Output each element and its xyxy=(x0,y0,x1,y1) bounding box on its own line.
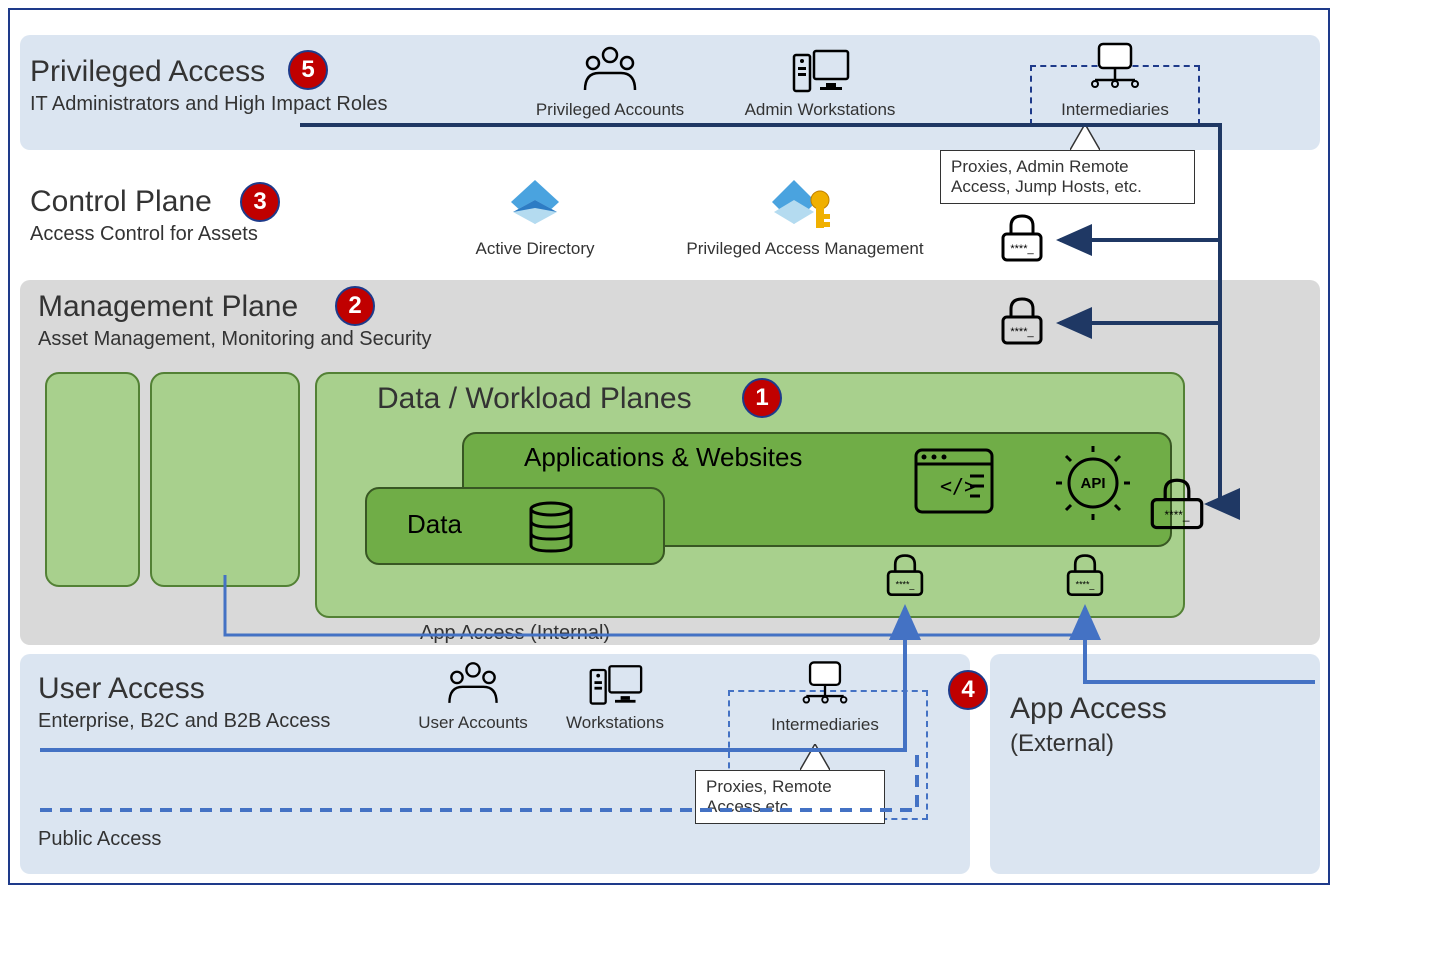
app-access-external-panel: App Access (External) xyxy=(990,654,1320,874)
user-accounts-label: User Accounts xyxy=(403,713,543,733)
api-gear-icon: API xyxy=(1054,444,1132,522)
svg-text:****_: ****_ xyxy=(896,580,916,590)
intermediaries-router-top xyxy=(1070,40,1160,97)
router-icon xyxy=(797,658,853,708)
app-access-internal-label: App Access (Internal) xyxy=(420,622,610,645)
active-directory-block: Active Directory xyxy=(460,178,610,259)
badge-4: 4 xyxy=(948,670,988,710)
workstation-icon xyxy=(587,660,643,708)
active-directory-icon xyxy=(507,178,563,234)
badge-5: 5 xyxy=(288,50,328,90)
management-plane-subtitle: Asset Management, Monitoring and Securit… xyxy=(38,328,432,351)
management-plane-title: Management Plane xyxy=(38,290,298,324)
users-icon xyxy=(440,660,506,708)
public-access-label: Public Access xyxy=(38,828,161,851)
user-accounts-block: User Accounts xyxy=(403,660,543,733)
lock-icon: ****_ xyxy=(995,295,1049,349)
control-plane-title: Control Plane xyxy=(30,185,212,219)
user-access-title: User Access xyxy=(38,672,205,706)
badge-1: 1 xyxy=(742,378,782,418)
intermediaries-router-bottom xyxy=(780,658,870,713)
database-icon xyxy=(527,501,575,555)
svg-text:****_: ****_ xyxy=(1076,580,1096,590)
intermediaries-label-bottom: Intermediaries xyxy=(760,715,890,735)
workstations-label: Workstations xyxy=(555,713,675,733)
privileged-accounts-block: Privileged Accounts xyxy=(530,45,690,120)
lock-icon: ****_ xyxy=(1060,552,1110,600)
pam-icon xyxy=(770,178,840,234)
workstations-block: Workstations xyxy=(555,660,675,733)
admin-workstations-label: Admin Workstations xyxy=(730,100,910,120)
privileged-access-title: Privileged Access xyxy=(30,55,265,89)
pam-label: Privileged Access Management xyxy=(670,239,940,259)
admin-workstations-block: Admin Workstations xyxy=(730,45,910,120)
badge-2: 2 xyxy=(335,286,375,326)
workstation-icon xyxy=(790,45,850,95)
data-workload-panel: Data / Workload Planes 1 Applications & … xyxy=(315,372,1185,618)
privileged-accounts-label: Privileged Accounts xyxy=(530,100,690,120)
green-box-2 xyxy=(150,372,300,587)
user-access-subtitle: Enterprise, B2C and B2B Access xyxy=(38,710,330,733)
lock-icon: ****_ xyxy=(1145,476,1209,534)
router-icon xyxy=(1085,40,1145,92)
green-box-1 xyxy=(45,372,140,587)
architecture-diagram: Privileged Access IT Administrators and … xyxy=(8,8,1330,885)
lock-icon: ****_ xyxy=(995,212,1049,266)
code-window-icon: </> xyxy=(914,448,994,514)
svg-text:****_: ****_ xyxy=(1165,508,1190,522)
intermediaries-label-top: Intermediaries xyxy=(1050,100,1180,120)
data-title: Data xyxy=(407,509,462,540)
pam-block: Privileged Access Management xyxy=(670,178,940,259)
data-panel: Data xyxy=(365,487,665,565)
users-icon xyxy=(575,45,645,95)
badge-3: 3 xyxy=(240,182,280,222)
intermediaries-tooltip-bottom: Proxies, Remote Access etc. xyxy=(695,770,885,824)
apps-title: Applications & Websites xyxy=(524,442,802,473)
svg-text:****_: ****_ xyxy=(1010,326,1034,338)
data-workload-title: Data / Workload Planes xyxy=(377,382,692,416)
tooltip-pointer-top xyxy=(1070,124,1100,152)
svg-text:****_: ****_ xyxy=(1010,243,1034,255)
lock-icon: ****_ xyxy=(880,552,930,600)
management-plane-panel: Management Plane Asset Management, Monit… xyxy=(20,280,1320,645)
intermediaries-tooltip-top: Proxies, Admin Remote Access, Jump Hosts… xyxy=(940,150,1195,204)
active-directory-label: Active Directory xyxy=(460,239,610,259)
control-plane-subtitle: Access Control for Assets xyxy=(30,223,258,246)
privileged-access-subtitle: IT Administrators and High Impact Roles xyxy=(30,93,388,116)
app-access-ext-title: App Access xyxy=(1010,692,1167,726)
tooltip-pointer-bottom xyxy=(800,744,830,772)
svg-text:API: API xyxy=(1080,475,1105,492)
app-access-ext-subtitle: (External) xyxy=(1010,730,1114,758)
